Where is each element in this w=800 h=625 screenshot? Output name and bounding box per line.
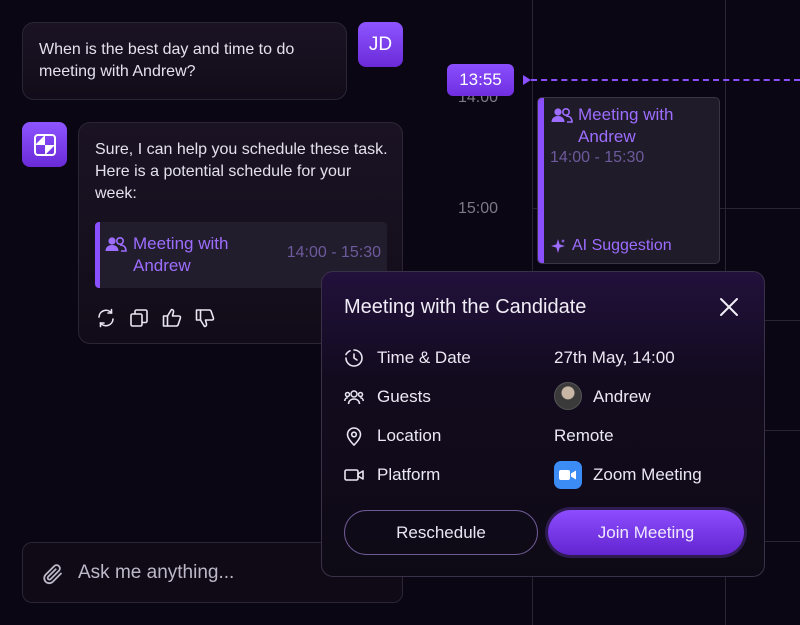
platform-value: Zoom Meeting (593, 465, 702, 484)
regenerate-icon[interactable] (96, 308, 116, 328)
close-icon[interactable] (718, 296, 740, 318)
assistant-avatar (22, 122, 67, 167)
thumbs-up-icon[interactable] (162, 308, 182, 328)
row-location: Location Remote (344, 424, 744, 448)
event-color-bar (538, 98, 544, 263)
time-date-value: 27th May, 14:00 (554, 348, 675, 367)
join-meeting-button[interactable]: Join Meeting (548, 510, 744, 555)
row-time-date: Time & Date 27th May, 14:00 (344, 346, 744, 370)
guest-name: Andrew (593, 387, 651, 406)
suggested-event-title: Meeting with Andrew (133, 234, 229, 275)
user-avatar: JD (358, 22, 403, 67)
user-message-bubble: When is the best day and time to do meet… (22, 22, 347, 100)
assistant-logo-icon (33, 133, 56, 156)
row-platform: Platform Zoom Meeting (344, 461, 744, 489)
calendar-grid-line (764, 430, 800, 431)
time-label-15: 15:00 (458, 200, 499, 217)
copy-icon[interactable] (129, 308, 149, 328)
calendar-grid-line (764, 541, 800, 542)
current-time-line (531, 79, 800, 81)
event-color-bar (95, 222, 100, 288)
event-time: 14:00 - 15:30 (550, 149, 645, 166)
suggested-event-time: 14:00 - 15:30 (286, 244, 381, 261)
sparkle-icon (551, 239, 565, 253)
location-label: Location (377, 426, 442, 445)
meeting-details-modal: Meeting with the Candidate Time & Date 2… (321, 271, 765, 577)
guest-avatar (554, 382, 582, 410)
clock-icon (345, 349, 363, 367)
people-icon (551, 107, 573, 123)
assistant-message-text: Sure, I can help you schedule these task… (95, 141, 388, 202)
zoom-icon (554, 461, 582, 489)
current-time-badge: 13:55 (447, 64, 514, 96)
time-date-label: Time & Date (377, 348, 471, 367)
message-actions (96, 308, 215, 328)
thumbs-down-icon[interactable] (195, 308, 215, 328)
guests-icon (344, 390, 364, 405)
event-title: Meeting with Andrew (578, 105, 674, 146)
reschedule-button[interactable]: Reschedule (344, 510, 538, 555)
current-time-marker (523, 75, 531, 85)
platform-label: Platform (377, 465, 441, 484)
people-icon (105, 236, 127, 252)
row-guests: Guests Andrew (344, 382, 744, 410)
ai-suggestion-label: AI Suggestion (572, 237, 672, 254)
calendar-grid-line (764, 320, 800, 321)
location-value: Remote (554, 426, 614, 445)
user-message-text: When is the best day and time to do meet… (39, 41, 295, 80)
calendar-event-card[interactable]: Meeting with Andrew 14:00 - 15:30 AI Sug… (537, 97, 720, 264)
video-camera-icon (344, 469, 364, 481)
ai-suggestion-tag: AI Suggestion (550, 237, 672, 255)
chat-input-placeholder: Ask me anything... (78, 562, 235, 583)
attachment-icon[interactable] (41, 562, 65, 586)
modal-title: Meeting with the Candidate (344, 296, 587, 318)
location-pin-icon (346, 427, 362, 446)
guests-label: Guests (377, 387, 431, 406)
